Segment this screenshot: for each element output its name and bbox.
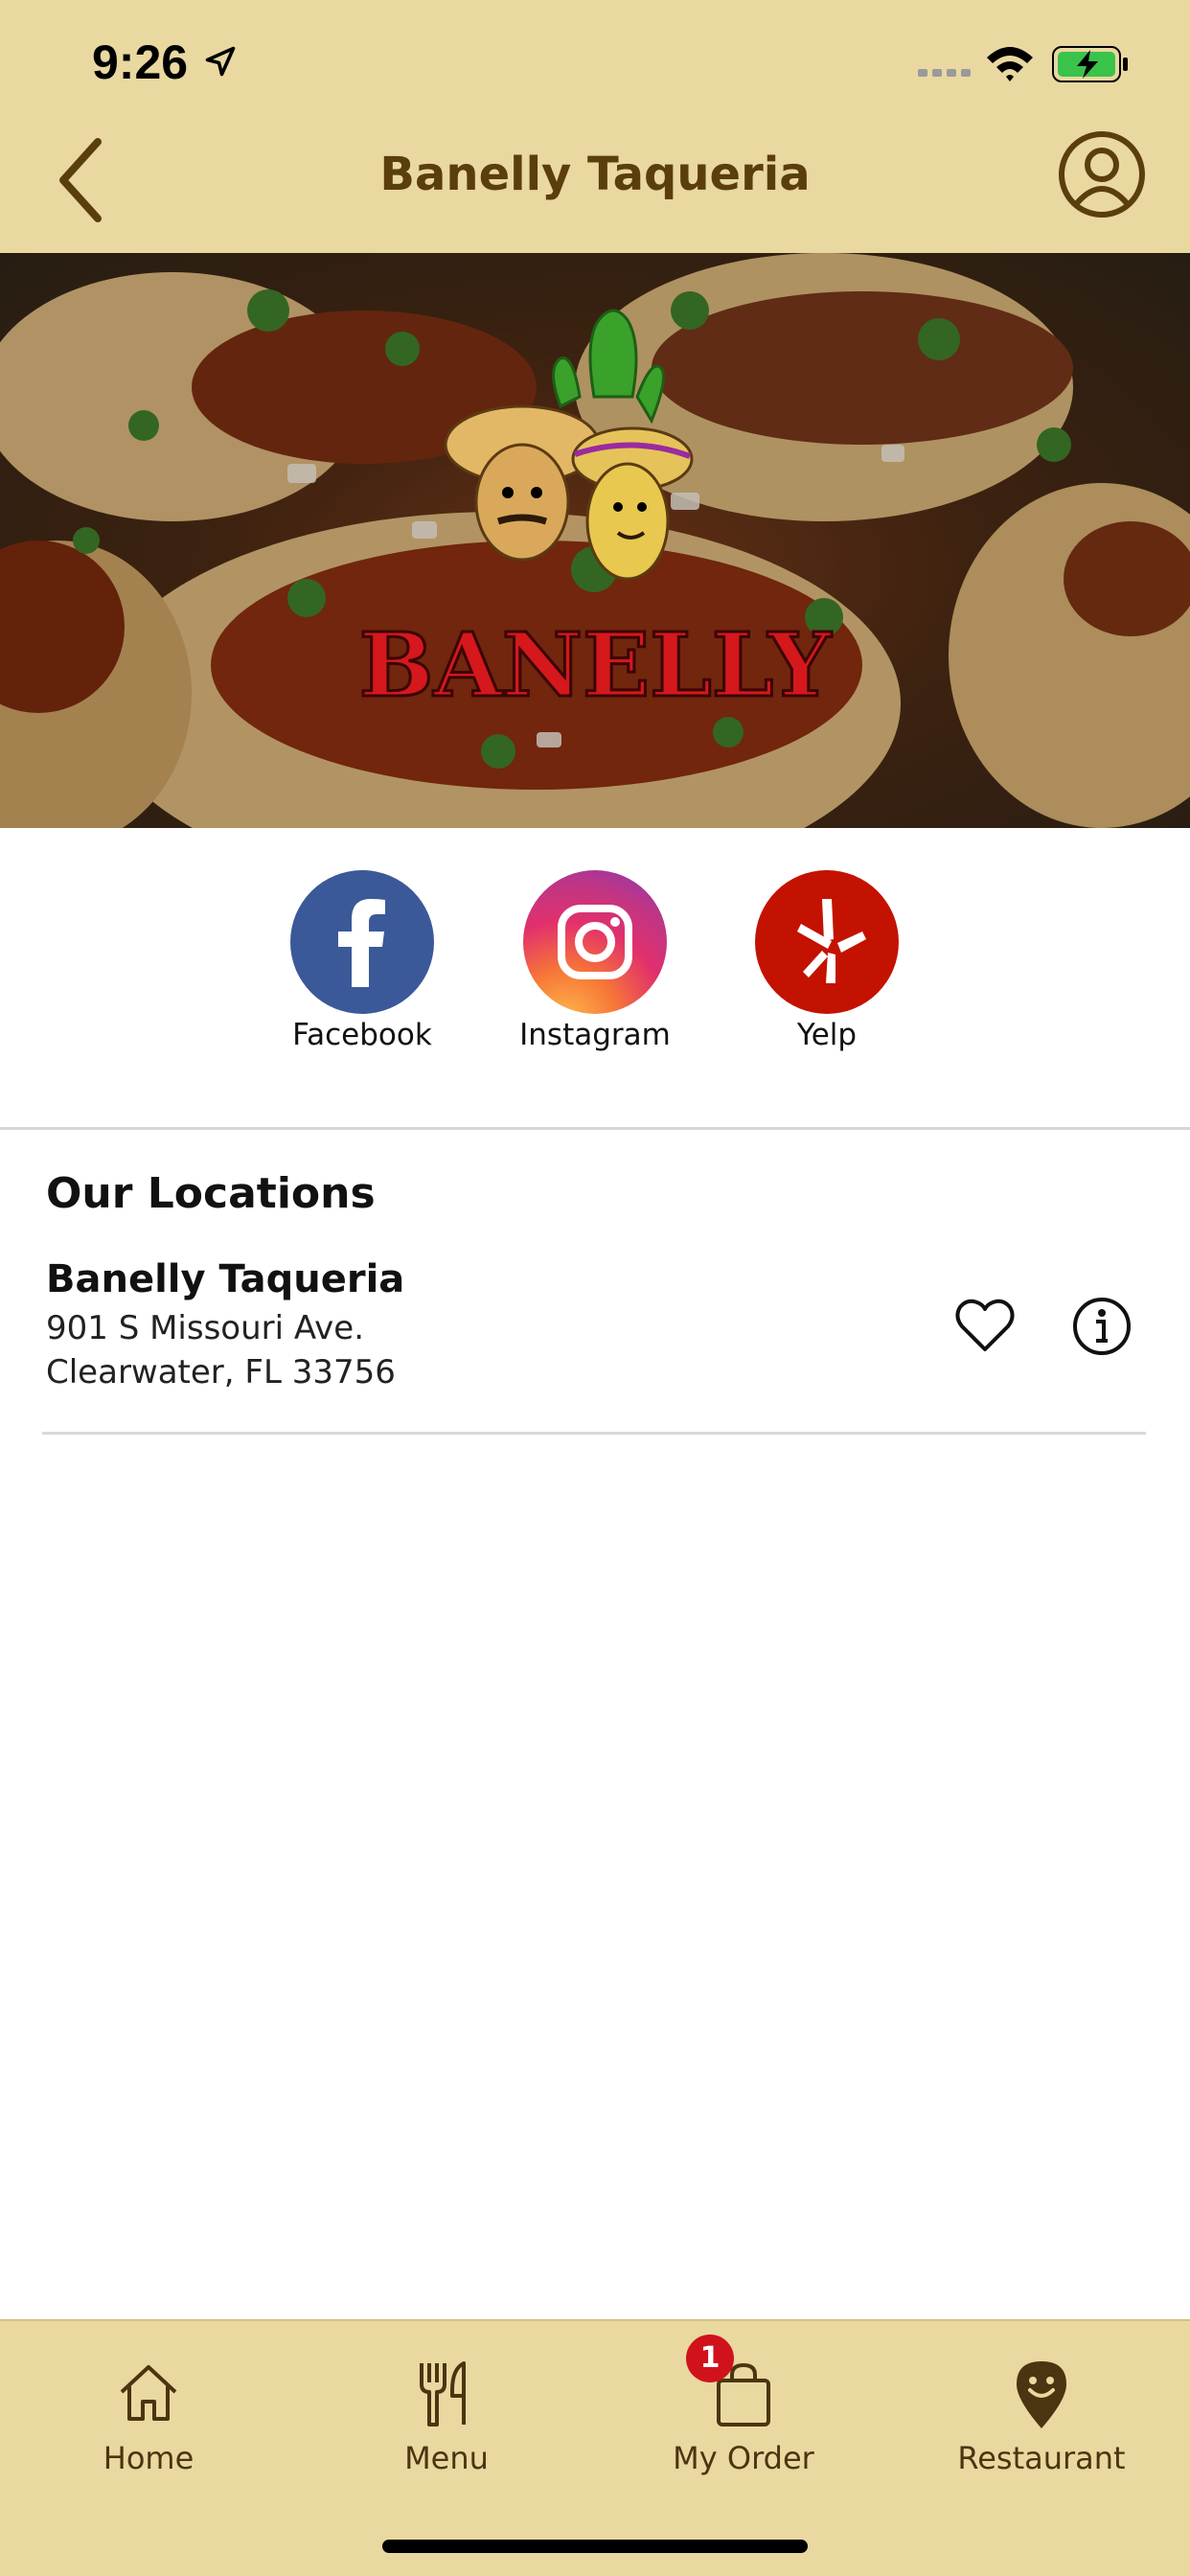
location-arrow-icon	[205, 46, 236, 77]
instagram-icon	[523, 870, 667, 1014]
profile-icon[interactable]	[1054, 126, 1150, 222]
battery-charging-icon	[1052, 46, 1128, 82]
navigation-bar: Banelly Taqueria	[0, 126, 1190, 253]
location-name[interactable]: Banelly Taqueria	[46, 1257, 404, 1301]
facebook-label: Facebook	[292, 1018, 432, 1052]
section-title: Our Locations	[46, 1169, 376, 1218]
tab-my-order-label: My Order	[673, 2440, 814, 2476]
divider	[0, 1127, 1190, 1130]
location-address-line2: Clearwater, FL 33756	[46, 1353, 396, 1392]
location-divider	[42, 1432, 1146, 1435]
tab-restaurant-label: Restaurant	[957, 2440, 1126, 2476]
status-time: 9:26	[92, 35, 189, 89]
tab-restaurant[interactable]: Restaurant	[917, 2356, 1166, 2476]
facebook-link[interactable]: Facebook	[266, 870, 458, 1052]
page-title: Banelly Taqueria	[379, 148, 811, 201]
heart-icon[interactable]	[954, 1298, 1016, 1355]
yelp-link[interactable]: Yelp	[731, 870, 923, 1052]
facebook-icon	[290, 870, 434, 1014]
house-icon	[110, 2356, 187, 2432]
location-address-line1: 901 S Missouri Ave.	[46, 1309, 364, 1347]
logo-text: BANELLY	[359, 613, 833, 717]
order-count-badge: 1	[686, 2334, 734, 2382]
tab-home-label: Home	[103, 2440, 195, 2476]
hero-banner: BANELLY	[0, 253, 1190, 828]
status-bar: 9:26	[0, 0, 1190, 126]
social-links: Facebook Instagram Yelp	[0, 828, 1190, 1127]
location-pin-icon	[1003, 2356, 1080, 2432]
cellular-signal-icon	[918, 69, 971, 77]
yelp-icon	[755, 870, 899, 1014]
instagram-link[interactable]: Instagram	[499, 870, 691, 1052]
yelp-label: Yelp	[796, 1018, 858, 1052]
tacos-photo: BANELLY	[0, 253, 1190, 828]
bag-icon: 1	[686, 2334, 782, 2432]
instagram-label: Instagram	[519, 1018, 671, 1052]
tab-menu[interactable]: Menu	[322, 2356, 571, 2476]
utensils-icon	[408, 2356, 485, 2432]
tab-home[interactable]: Home	[24, 2356, 273, 2476]
info-icon[interactable]	[1071, 1296, 1133, 1357]
tab-menu-label: Menu	[404, 2440, 489, 2476]
wifi-icon	[987, 47, 1033, 81]
home-indicator	[382, 2540, 808, 2553]
tab-my-order[interactable]: 1 My Order	[619, 2334, 868, 2476]
tab-bar: Home Menu 1 My Order Restaurant	[0, 2319, 1190, 2576]
